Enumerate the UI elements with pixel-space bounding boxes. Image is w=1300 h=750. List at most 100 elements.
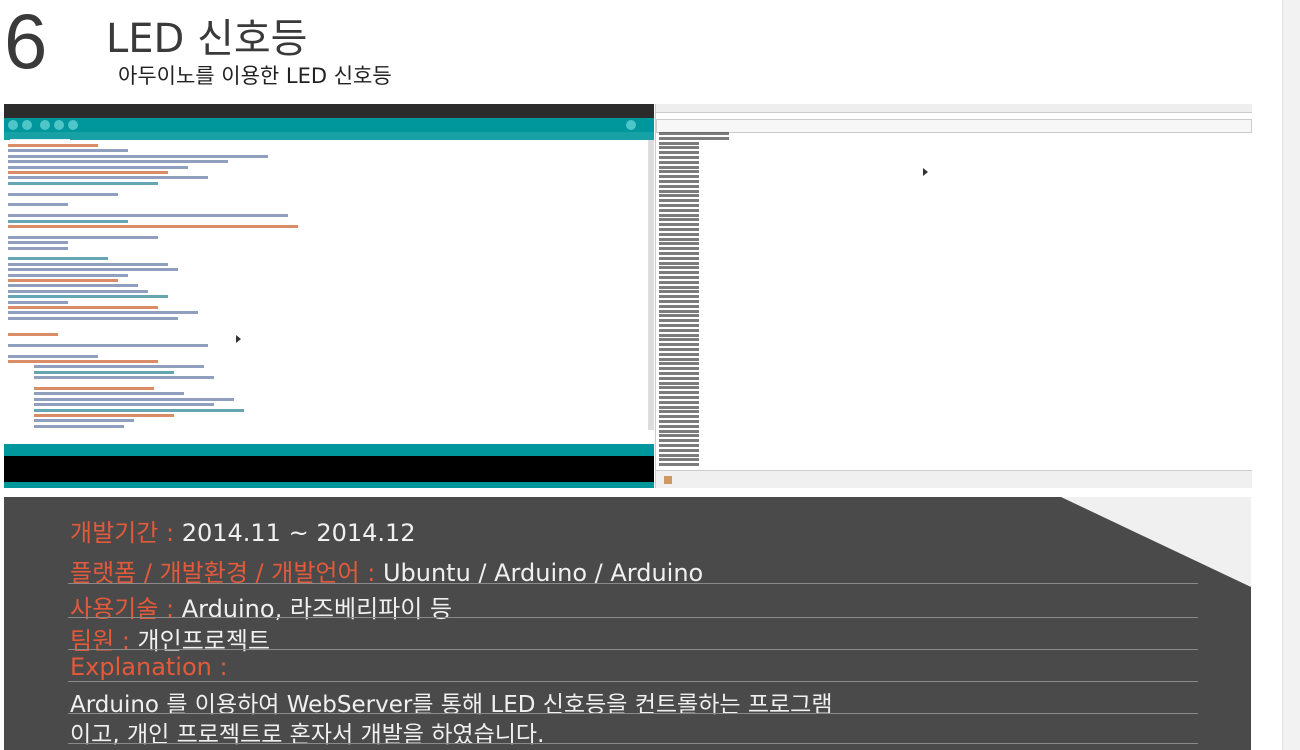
serial-output-line <box>659 400 699 404</box>
ide-titlebar <box>4 104 654 118</box>
code-line <box>8 154 268 158</box>
period-label: 개발기간 <box>70 519 159 547</box>
code-line <box>34 392 184 396</box>
code-line <box>34 376 214 380</box>
row-divider <box>68 713 1198 714</box>
serial-output-line <box>659 314 699 318</box>
serial-output-line <box>659 376 699 380</box>
serial-output-line <box>659 381 699 385</box>
code-line <box>8 360 158 363</box>
code-line <box>8 165 188 169</box>
code-line <box>8 149 128 153</box>
explanation-row: Explanation : <box>70 653 228 681</box>
serial-output-line <box>659 309 699 313</box>
code-line <box>8 273 128 277</box>
serial-output-line <box>659 319 699 323</box>
row-divider <box>68 743 1198 744</box>
code-line <box>8 171 168 174</box>
ide-toolbar <box>4 118 654 132</box>
tech-value: Arduino, 라즈베리파이 등 <box>181 595 453 623</box>
ide-code-area <box>4 140 654 430</box>
code-line <box>8 343 208 347</box>
serial-output-line <box>659 141 699 145</box>
code-line <box>8 279 118 282</box>
serial-output-line <box>659 223 699 227</box>
serial-output-line <box>659 453 699 457</box>
open-icon <box>54 120 64 130</box>
code-line <box>8 295 168 299</box>
serial-output-line <box>659 151 699 155</box>
serial-output-line <box>659 199 699 203</box>
code-line <box>8 225 298 228</box>
serial-output-line <box>659 348 699 351</box>
code-line <box>8 300 68 304</box>
code-line <box>34 370 174 374</box>
code-line <box>8 289 148 293</box>
tech-label: 사용기술 <box>70 595 159 623</box>
code-line <box>8 144 98 147</box>
serial-output-line <box>659 252 699 255</box>
serial-output-line <box>659 271 699 275</box>
serial-output-line <box>659 228 699 231</box>
serial-output-line <box>659 290 699 294</box>
code-line <box>34 408 244 412</box>
serial-monitor-screenshot <box>655 104 1252 488</box>
code-line <box>8 333 58 336</box>
code-line <box>8 262 168 266</box>
serial-output-line <box>659 247 699 251</box>
serial-output-line <box>659 300 699 303</box>
code-line <box>8 219 128 223</box>
serial-output-line <box>659 429 699 433</box>
upload-icon <box>22 120 32 130</box>
serial-monitor-titlebar <box>656 104 1252 113</box>
ide-sketch-tab <box>4 132 654 147</box>
serial-output-line <box>659 165 699 169</box>
code-line <box>34 387 154 390</box>
row-divider <box>68 681 1198 682</box>
period-row: 개발기간 : 2014.11 ~ 2014.12 <box>70 519 416 547</box>
serial-output-line <box>659 439 699 443</box>
serial-output-line <box>659 280 699 284</box>
serial-output-line <box>659 415 699 419</box>
ide-footer-bar <box>4 482 654 488</box>
code-line <box>8 311 198 315</box>
row-divider <box>68 617 1198 618</box>
code-line <box>34 424 124 428</box>
tech-row: 사용기술 : Arduino, 라즈베리파이 등 <box>70 595 453 623</box>
code-line <box>8 246 68 250</box>
code-line <box>8 192 118 196</box>
period-value: 2014.11 ~ 2014.12 <box>181 519 416 547</box>
code-line <box>8 181 158 185</box>
new-icon <box>40 120 50 130</box>
serial-output-line <box>659 343 699 347</box>
serial-output-line <box>659 261 699 265</box>
serial-output-line <box>659 434 699 438</box>
serial-output-line <box>659 324 699 327</box>
serial-output-line <box>659 357 699 361</box>
serial-output-line <box>659 194 699 198</box>
serial-monitor-footer <box>656 470 1252 488</box>
arduino-ide-screenshot <box>4 104 654 488</box>
serial-output-line <box>659 208 699 212</box>
serial-output-line <box>659 367 699 371</box>
serial-output-line <box>659 338 699 342</box>
code-line <box>34 419 134 423</box>
code-line <box>34 414 174 417</box>
serial-output-line <box>659 175 699 179</box>
serial-output-line <box>659 160 699 164</box>
serial-output-line <box>659 352 699 356</box>
serial-output-line <box>659 213 699 217</box>
serial-output-line <box>659 424 699 428</box>
code-line <box>34 365 204 369</box>
serial-output-line <box>659 237 699 241</box>
serial-output-line <box>659 458 699 462</box>
code-line <box>34 397 234 401</box>
team-row: 팀원 : 개인프로젝트 <box>70 627 271 655</box>
code-line <box>8 176 208 180</box>
panel-corner-decoration <box>1061 497 1251 587</box>
row-divider <box>68 649 1198 650</box>
serial-output-line <box>659 333 699 337</box>
serial-output-line <box>659 132 729 135</box>
serial-output-line <box>659 276 699 279</box>
serial-output-line <box>659 372 699 375</box>
